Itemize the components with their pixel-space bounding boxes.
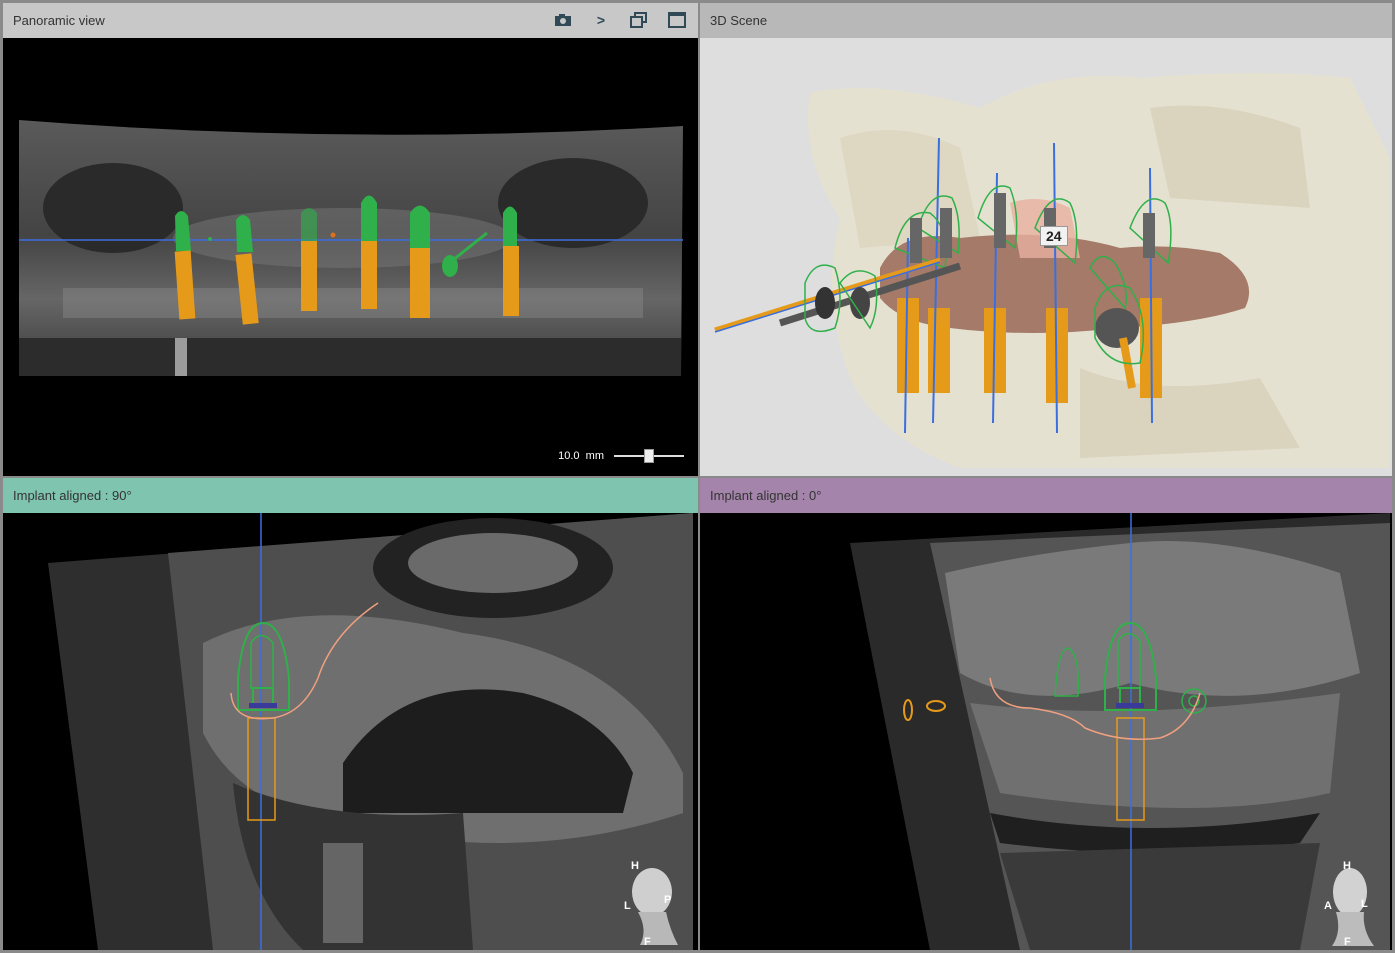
scene3d-title: 3D Scene bbox=[710, 13, 768, 28]
orient-top: H bbox=[1343, 860, 1351, 872]
coronal-slice bbox=[850, 513, 1390, 950]
orient-top: H bbox=[631, 860, 639, 872]
scene3d-pane[interactable]: 3D Scene 24 bbox=[700, 3, 1392, 476]
sagittal-slice bbox=[48, 513, 693, 950]
orient-bottom: F bbox=[644, 936, 651, 948]
coronal-pane[interactable]: Implant aligned : 0° H A L F bbox=[700, 478, 1392, 950]
panoramic-pane[interactable]: Panoramic view > 10.0 mm bbox=[3, 3, 698, 476]
sagittal-pane[interactable]: Implant aligned : 90° H L P F bbox=[3, 478, 698, 950]
orient-right: L bbox=[1361, 898, 1368, 910]
scale-label: 10.0 mm bbox=[558, 450, 604, 462]
sagittal-viewport[interactable]: H L P F bbox=[3, 513, 698, 950]
scene3d-viewport[interactable]: 24 bbox=[700, 38, 1392, 476]
scene3d-header: 3D Scene bbox=[700, 3, 1392, 38]
camera-icon[interactable] bbox=[552, 9, 574, 31]
panoramic-image bbox=[19, 120, 683, 376]
orient-right: P bbox=[664, 894, 672, 906]
orient-left: L bbox=[624, 900, 631, 912]
orientation-head-icon[interactable]: H L P F bbox=[618, 860, 688, 950]
panoramic-header: Panoramic view > bbox=[3, 3, 698, 38]
panoramic-title: Panoramic view bbox=[13, 13, 105, 28]
slider-thumb[interactable] bbox=[644, 449, 654, 463]
coronal-viewport[interactable]: H A L F bbox=[700, 513, 1392, 950]
panoramic-viewport[interactable]: 10.0 mm bbox=[3, 38, 698, 476]
restore-window-icon[interactable] bbox=[628, 9, 650, 31]
tooth-number-label[interactable]: 24 bbox=[1040, 226, 1068, 246]
panoramic-toolbar: > bbox=[552, 9, 688, 31]
maximize-window-icon[interactable] bbox=[666, 9, 688, 31]
sagittal-header: Implant aligned : 90° bbox=[3, 478, 698, 513]
coronal-title: Implant aligned : 0° bbox=[710, 488, 822, 503]
orientation-head-icon[interactable]: H A L F bbox=[1314, 860, 1384, 950]
coronal-header: Implant aligned : 0° bbox=[700, 478, 1392, 513]
scene3d-render bbox=[714, 73, 1390, 468]
orient-bottom: F bbox=[1344, 936, 1351, 948]
scale-control: 10.0 mm bbox=[558, 448, 684, 464]
orient-left: A bbox=[1324, 900, 1332, 912]
sagittal-title: Implant aligned : 90° bbox=[13, 488, 132, 503]
chevron-right-icon[interactable]: > bbox=[590, 9, 612, 31]
slab-thickness-slider[interactable] bbox=[614, 448, 684, 464]
